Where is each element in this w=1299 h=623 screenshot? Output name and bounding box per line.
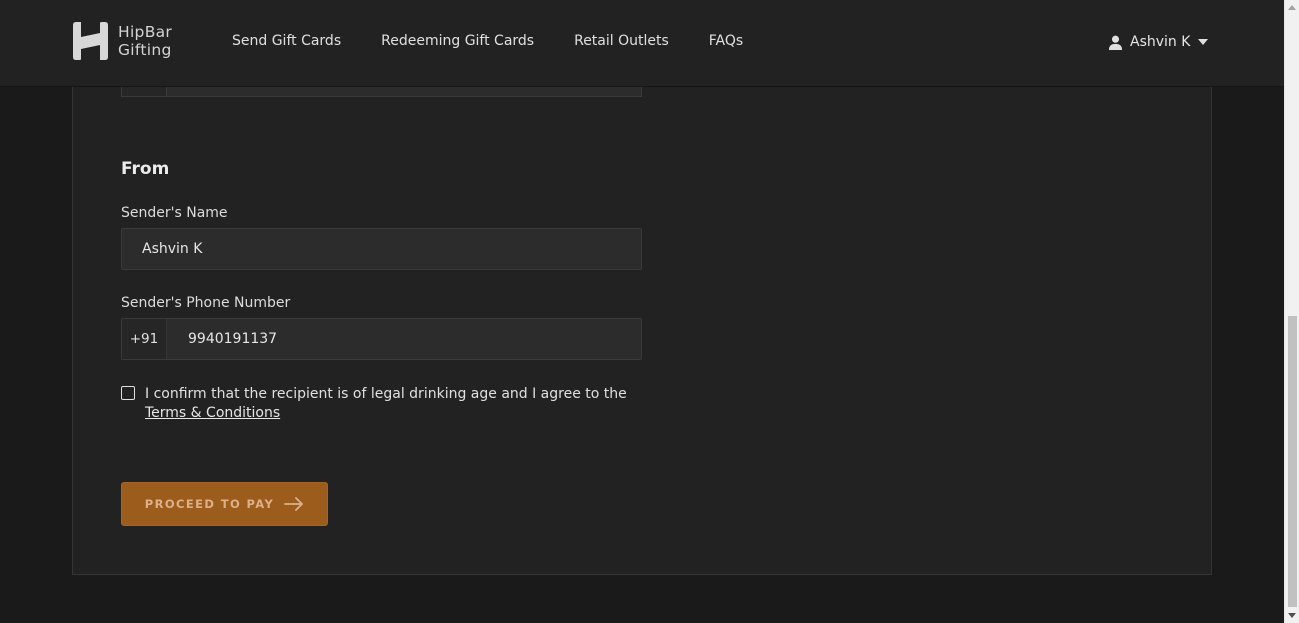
consent-text: I confirm that the recipient is of legal… (145, 385, 642, 423)
sender-phone-input[interactable]: +91 9940191137 (121, 318, 642, 360)
scroll-down-arrow-icon[interactable] (1288, 613, 1296, 618)
sender-name-input[interactable]: Ashvin K (121, 228, 642, 270)
brand-name: HipBar Gifting (118, 23, 172, 59)
consent-checkbox[interactable] (121, 386, 135, 400)
caret-down-icon (1198, 39, 1209, 45)
arrow-right-icon (284, 497, 304, 511)
sender-phone-value: 9940191137 (188, 331, 278, 347)
nav-faqs[interactable]: FAQs (709, 32, 743, 50)
consent-row: I confirm that the recipient is of legal… (121, 385, 642, 423)
brand-logo[interactable]: HipBar Gifting (72, 21, 172, 61)
scroll-up-arrow-icon[interactable] (1288, 5, 1296, 10)
hipbar-logo-icon (73, 22, 108, 60)
proceed-to-pay-label: PROCEED TO PAY (144, 497, 275, 511)
user-menu[interactable]: Ashvin K (1108, 34, 1209, 50)
sender-phone-label: Sender's Phone Number (121, 295, 291, 311)
viewport: From Sender's Name Ashvin K Sender's Pho… (0, 0, 1284, 623)
sender-name-label: Sender's Name (121, 205, 228, 221)
sender-name-value: Ashvin K (142, 241, 203, 257)
user-icon (1108, 35, 1123, 50)
section-title-from: From (121, 159, 170, 179)
brand-name-line2: Gifting (118, 41, 172, 59)
main-nav: Send Gift Cards Redeeming Gift Cards Ret… (232, 32, 783, 50)
top-navbar: HipBar Gifting Send Gift Cards Redeeming… (0, 0, 1284, 87)
user-name: Ashvin K (1130, 34, 1191, 50)
page-scrollbar[interactable] (1284, 0, 1299, 623)
nav-send-gift-cards[interactable]: Send Gift Cards (232, 32, 341, 50)
nav-redeeming-gift-cards[interactable]: Redeeming Gift Cards (381, 32, 534, 50)
phone-country-code: +91 (122, 319, 167, 359)
scrollbar-thumb[interactable] (1288, 316, 1297, 607)
proceed-to-pay-button[interactable]: PROCEED TO PAY (121, 482, 328, 526)
brand-name-line1: HipBar (118, 23, 173, 41)
nav-retail-outlets[interactable]: Retail Outlets (574, 32, 669, 50)
terms-conditions-link[interactable]: Terms & Conditions (145, 405, 280, 421)
consent-statement: I confirm that the recipient is of legal… (145, 386, 627, 402)
